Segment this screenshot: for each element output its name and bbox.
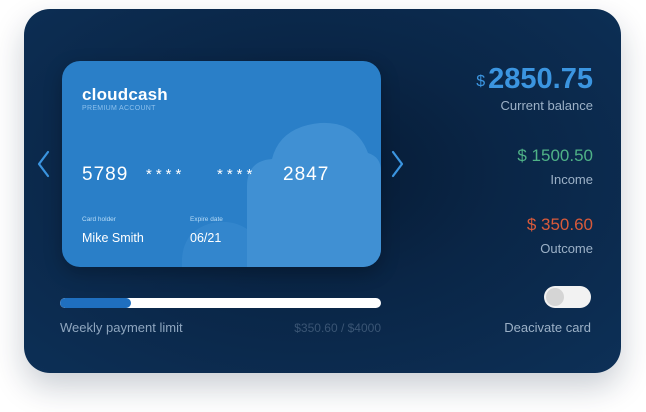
- card-number-group-2: ****: [146, 166, 186, 183]
- current-balance: $2850.75 Current balance: [476, 63, 593, 113]
- card-number-group-4: 2847: [283, 164, 330, 185]
- card-number-group-3: ****: [217, 166, 257, 183]
- payment-limit-label: Weekly payment limit: [60, 320, 183, 335]
- income-label: Income: [550, 172, 593, 187]
- payment-limit-value: $350.60 / $4000: [294, 321, 381, 335]
- payment-limit-fill: [60, 298, 131, 308]
- balance-label: Current balance: [500, 98, 594, 113]
- payment-limit-bar: [60, 298, 381, 308]
- account-type: PREMIUM ACCOUNT: [82, 105, 156, 112]
- deactivate-card-label: Deacivate card: [504, 320, 591, 335]
- outcome-label: Outcome: [540, 241, 593, 256]
- card-number-group-1: 5789: [82, 164, 129, 185]
- outcome-stat: $ 350.60 Outcome: [527, 215, 593, 256]
- income-stat: $ 1500.50 Income: [517, 146, 593, 187]
- outcome-amount: $ 350.60: [526, 215, 593, 234]
- card-holder-label: Card holder: [82, 216, 116, 223]
- income-amount: $ 1500.50: [517, 146, 593, 165]
- chevron-right-icon[interactable]: [387, 146, 407, 182]
- chevron-left-icon[interactable]: [34, 146, 54, 182]
- wallet-panel: cloudcash PREMIUM ACCOUNT 5789 **** ****…: [24, 9, 621, 373]
- balance-amount: 2850.75: [488, 63, 593, 95]
- balance-currency: $: [476, 73, 486, 90]
- deactivate-card-toggle[interactable]: [544, 286, 591, 308]
- credit-card[interactable]: cloudcash PREMIUM ACCOUNT 5789 **** ****…: [62, 61, 381, 267]
- card-holder-name: Mike Smith: [82, 231, 144, 245]
- expire-date-label: Expire date: [190, 216, 223, 223]
- expire-date-value: 06/21: [190, 231, 222, 245]
- card-brand: cloudcash: [82, 85, 168, 104]
- toggle-knob[interactable]: [546, 288, 564, 306]
